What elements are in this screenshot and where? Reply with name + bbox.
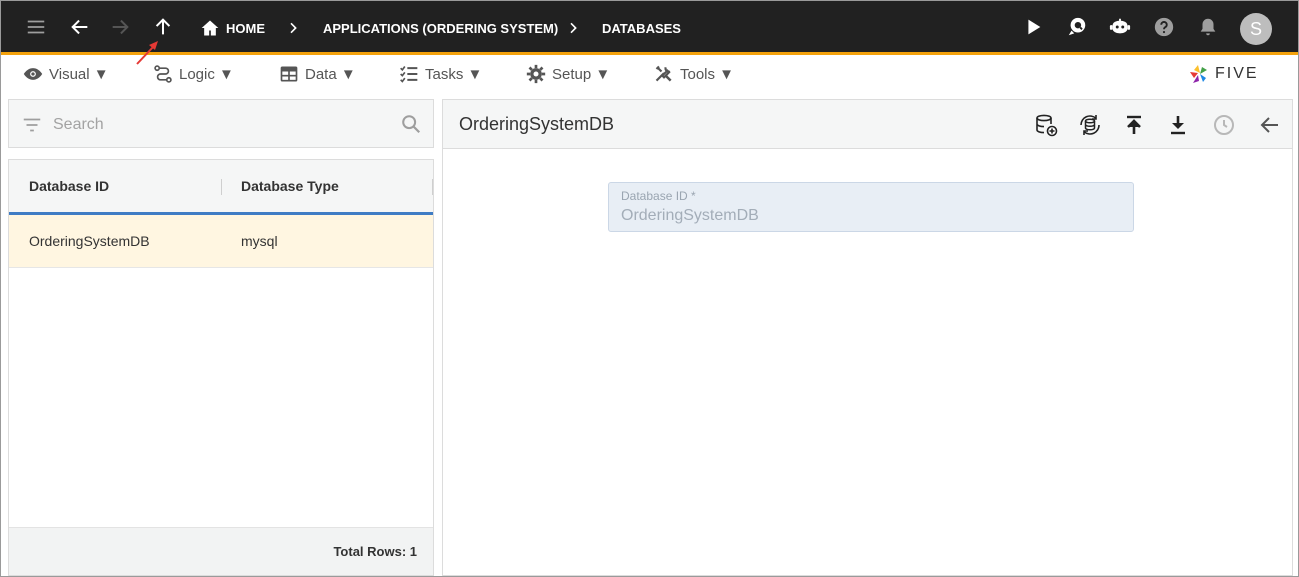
download-icon <box>1171 116 1185 135</box>
arrow-left-icon <box>1260 117 1278 133</box>
eye-icon <box>23 68 43 80</box>
column-divider[interactable] <box>432 179 433 195</box>
avatar[interactable]: S <box>1240 13 1272 45</box>
menu-setup[interactable]: Setup ▼ <box>526 62 610 86</box>
list-panel: Database ID Database Type OrderingSystem… <box>8 99 434 576</box>
search-bar <box>8 99 434 148</box>
database-sync-icon <box>1080 115 1100 135</box>
menu-visual-label: Visual ▼ <box>49 65 109 83</box>
hamburger-menu-button[interactable] <box>21 12 51 42</box>
total-rows-label: Total Rows: 1 <box>333 544 417 559</box>
cell-database-type: mysql <box>241 233 278 249</box>
checklist-icon <box>400 66 418 83</box>
flow-icon <box>154 65 172 83</box>
close-detail-button[interactable] <box>1256 111 1284 139</box>
detail-header: OrderingSystemDB <box>443 100 1292 149</box>
robot-icon <box>1109 18 1131 34</box>
run-button[interactable] <box>1018 12 1048 42</box>
help-icon <box>1154 17 1174 37</box>
detail-panel: OrderingSystemDB Database ID * OrderingS… <box>442 99 1293 576</box>
help-button[interactable] <box>1149 12 1179 42</box>
notifications-button[interactable] <box>1193 12 1223 42</box>
column-header-database-id[interactable]: Database ID <box>29 160 109 212</box>
detail-title: OrderingSystemDB <box>459 114 615 134</box>
menu-data[interactable]: Data ▼ <box>279 62 356 86</box>
download-button[interactable] <box>1164 111 1192 139</box>
home-icon[interactable] <box>200 18 220 38</box>
menu-bar: Visual ▼ Logic ▼ Data ▼ Tasks ▼ Setup ▼ … <box>1 58 1298 90</box>
sync-database-button[interactable] <box>1076 111 1104 139</box>
list-footer: Total Rows: 1 <box>9 527 433 575</box>
annotation-arrow-icon <box>136 41 158 65</box>
play-icon <box>1028 19 1041 35</box>
chevron-right-icon <box>290 22 297 34</box>
forward-button[interactable] <box>105 12 135 42</box>
arrow-up-icon <box>155 18 171 35</box>
tools-icon <box>655 65 672 82</box>
menu-setup-label: Setup ▼ <box>552 65 611 83</box>
menu-data-label: Data ▼ <box>305 65 356 83</box>
database-id-field[interactable]: Database ID * OrderingSystemDB <box>608 182 1134 232</box>
app-window: HOME APPLICATIONS (ORDERING SYSTEM) DATA… <box>0 0 1299 577</box>
table-row[interactable]: OrderingSystemDB mysql <box>9 215 433 268</box>
bell-icon <box>1200 18 1216 36</box>
add-database-button[interactable] <box>1032 111 1060 139</box>
search-input[interactable] <box>53 112 383 138</box>
search-bubble-icon <box>1068 17 1086 36</box>
breadcrumb-applications[interactable]: APPLICATIONS (ORDERING SYSTEM) <box>323 1 558 55</box>
menu-logic-label: Logic ▼ <box>179 65 234 83</box>
menu-logic[interactable]: Logic ▼ <box>153 62 234 86</box>
database-id-field-label: Database ID * <box>621 189 696 203</box>
upload-button[interactable] <box>1120 111 1148 139</box>
menu-icon <box>27 20 45 34</box>
upload-icon <box>1127 115 1141 134</box>
search-icon[interactable] <box>400 113 422 135</box>
five-logo: FIVE <box>1187 58 1259 90</box>
clock-icon <box>1214 115 1234 135</box>
column-header-database-type[interactable]: Database Type <box>241 160 339 212</box>
table-icon <box>280 66 298 82</box>
filter-icon[interactable] <box>21 114 43 136</box>
menu-tasks-label: Tasks ▼ <box>425 65 483 83</box>
cell-database-id: OrderingSystemDB <box>29 233 150 249</box>
five-logo-text: FIVE <box>1215 65 1259 82</box>
arrow-left-icon <box>71 19 88 35</box>
assistant-button[interactable] <box>1105 12 1135 42</box>
database-add-icon <box>1036 114 1058 137</box>
history-button[interactable] <box>1210 111 1238 139</box>
menu-tasks[interactable]: Tasks ▼ <box>399 62 482 86</box>
column-divider[interactable] <box>221 179 222 195</box>
five-logo-icon <box>1190 65 1207 83</box>
arrow-right-icon <box>112 19 129 35</box>
back-button[interactable] <box>65 12 95 42</box>
menu-visual[interactable]: Visual ▼ <box>23 62 109 86</box>
search-chat-button[interactable] <box>1062 12 1092 42</box>
breadcrumb-home[interactable]: HOME <box>226 1 265 55</box>
breadcrumb-databases[interactable]: DATABASES <box>602 1 681 55</box>
menu-tools-label: Tools ▼ <box>680 65 735 83</box>
database-list: Database ID Database Type OrderingSystem… <box>8 159 434 576</box>
top-bar: HOME APPLICATIONS (ORDERING SYSTEM) DATA… <box>1 1 1298 55</box>
list-header: Database ID Database Type <box>9 160 433 215</box>
gear-icon <box>526 64 546 84</box>
database-id-field-value: OrderingSystemDB <box>621 207 759 224</box>
menu-tools[interactable]: Tools ▼ <box>654 62 734 86</box>
chevron-right-icon <box>570 22 577 34</box>
